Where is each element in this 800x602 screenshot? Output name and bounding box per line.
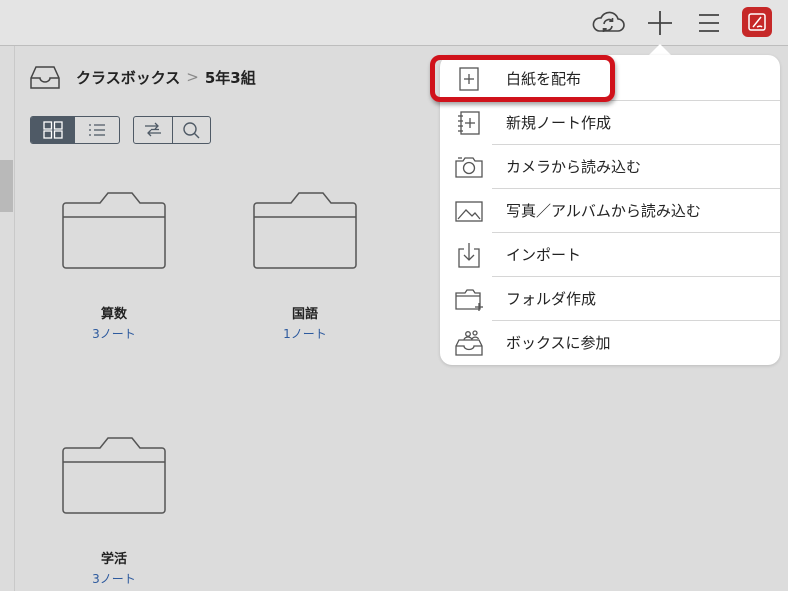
folder-name: 算数 — [100, 307, 127, 322]
folder-icon — [62, 437, 166, 514]
join-box-icon — [454, 329, 484, 357]
photo-icon — [454, 197, 484, 225]
menu-item-join-box[interactable]: ボックスに参加 — [440, 321, 780, 364]
grid-icon — [43, 121, 63, 139]
menu-item-label: フォルダ作成 — [506, 290, 597, 308]
cloud-sync-icon[interactable] — [590, 4, 626, 40]
plus-icon[interactable] — [642, 4, 678, 40]
camera-icon — [454, 153, 484, 181]
import-icon — [454, 241, 484, 269]
sort-button[interactable] — [134, 117, 172, 143]
sort-search-group — [133, 116, 211, 144]
breadcrumb-current: 5年3組 — [204, 68, 256, 87]
menu-item-label: 写真／アルバムから読み込む — [506, 202, 701, 220]
search-icon — [183, 122, 200, 139]
menu-item-label: インポート — [506, 246, 582, 264]
sidebar-scroll-handle[interactable] — [0, 160, 13, 212]
app-screen: クラスボックス > 5年3組 算数 3ノート 国語 1ノート 学活 3ノート 白… — [0, 0, 788, 591]
sidebar-divider — [14, 46, 15, 591]
folder-icon — [62, 192, 166, 269]
new-notebook-icon — [454, 109, 484, 137]
breadcrumb-separator: > — [186, 68, 199, 86]
inbox-tray-icon[interactable] — [28, 62, 62, 92]
menu-item-create-folder[interactable]: フォルダ作成 — [440, 277, 780, 320]
menu-item-label: ボックスに参加 — [506, 334, 611, 352]
top-toolbar — [0, 0, 788, 46]
folder-item[interactable]: 国語 1ノート — [235, 190, 375, 342]
search-button[interactable] — [171, 117, 211, 143]
folder-item[interactable]: 学活 3ノート — [44, 435, 184, 587]
folder-item[interactable]: 算数 3ノート — [44, 190, 184, 342]
hamburger-menu-icon[interactable] — [691, 4, 727, 40]
breadcrumb-root[interactable]: クラスボックス — [76, 67, 180, 88]
list-view-button[interactable] — [75, 117, 119, 143]
menu-item-camera[interactable]: カメラから読み込む — [440, 145, 780, 188]
sort-icon — [144, 122, 161, 137]
breadcrumb: クラスボックス > 5年3組 — [28, 62, 256, 92]
menu-item-import[interactable]: インポート — [440, 233, 780, 276]
folder-note-count: 3ノート — [92, 327, 136, 341]
folder-add-icon — [454, 285, 484, 313]
folder-note-count: 3ノート — [92, 572, 136, 586]
folder-icon — [253, 192, 357, 269]
menu-item-label: 新規ノート作成 — [506, 114, 612, 132]
menu-item-photo-album[interactable]: 写真／アルバムから読み込む — [440, 189, 780, 232]
folder-name: 国語 — [291, 307, 318, 322]
metamoji-app-icon[interactable] — [742, 7, 772, 37]
folder-name: 学活 — [100, 552, 127, 567]
menu-item-new-notebook[interactable]: 新規ノート作成 — [440, 101, 780, 144]
highlight-annotation — [430, 55, 615, 102]
list-icon — [89, 124, 105, 136]
folder-note-count: 1ノート — [283, 327, 327, 341]
menu-item-label: カメラから読み込む — [506, 158, 642, 176]
grid-view-button[interactable] — [31, 117, 75, 143]
view-mode-toggle — [30, 116, 120, 144]
